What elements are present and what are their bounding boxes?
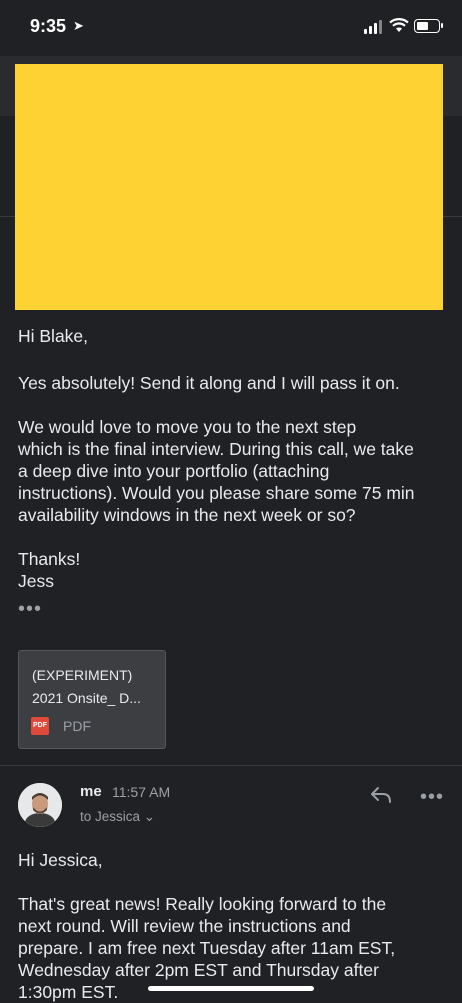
status-bar: 9:35 ➤ bbox=[0, 0, 462, 56]
recipient-details-toggle[interactable]: to Jessica ⌄ bbox=[80, 809, 155, 825]
show-trimmed-content-button[interactable]: ••• bbox=[18, 598, 42, 621]
status-time: 9:35 bbox=[30, 16, 67, 36]
sender-name: me bbox=[80, 783, 102, 800]
message-time: 11:57 AM bbox=[112, 784, 171, 800]
avatar[interactable] bbox=[18, 783, 62, 827]
attachment-title-line2: 2021 Onsite_ D... bbox=[32, 690, 141, 706]
attachment-card[interactable]: (EXPERIMENT) 2021 Onsite_ D... PDF PDF bbox=[18, 650, 166, 749]
attachment-title-line1: (EXPERIMENT) bbox=[32, 667, 133, 683]
inline-image-preview[interactable] bbox=[15, 64, 443, 310]
cellular-signal-icon bbox=[364, 20, 384, 34]
email-signoff: Thanks! Jess bbox=[18, 549, 81, 591]
message-divider bbox=[0, 765, 462, 766]
reply-greeting: Hi Jessica, bbox=[18, 850, 103, 870]
wifi-icon bbox=[389, 18, 409, 32]
battery-tip bbox=[441, 23, 443, 28]
battery-icon bbox=[414, 19, 440, 33]
more-options-icon[interactable]: ••• bbox=[420, 786, 444, 809]
reply-icon[interactable] bbox=[370, 786, 392, 804]
recipient-label: to Jessica bbox=[80, 809, 141, 824]
home-indicator[interactable] bbox=[148, 986, 314, 991]
attachment-type-label: PDF bbox=[63, 718, 91, 734]
location-arrow-icon: ➤ bbox=[73, 18, 84, 33]
pdf-icon: PDF bbox=[31, 717, 49, 735]
chevron-down-icon: ⌄ bbox=[143, 809, 156, 824]
email-paragraph-2: We would love to move you to the next st… bbox=[18, 417, 415, 525]
email-greeting: Hi Blake, bbox=[18, 326, 89, 346]
email-paragraph-1: Yes absolutely! Send it along and I will… bbox=[18, 373, 400, 393]
